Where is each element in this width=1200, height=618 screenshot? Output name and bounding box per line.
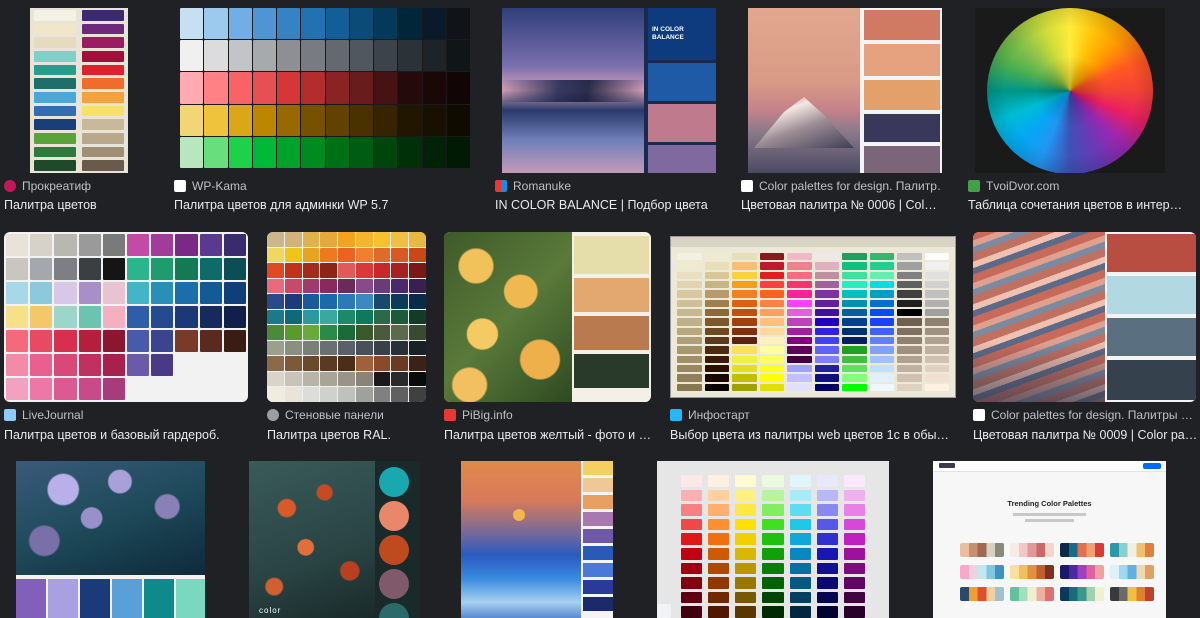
site-favicon-icon: [4, 409, 16, 421]
source-name: TvoiDvor.com: [986, 179, 1060, 193]
result-title[interactable]: Палитра цветов для админки WP 5.7: [174, 198, 474, 212]
result-title[interactable]: Выбор цвета из палитры web цветов 1с в о…: [670, 428, 955, 442]
site-favicon-icon: [4, 180, 16, 192]
result-title[interactable]: Цветовая палитра № 0009 | Color pal…: [973, 428, 1198, 442]
result-thumbnail[interactable]: [30, 8, 128, 173]
result-thumbnail[interactable]: [267, 232, 426, 402]
result-thumbnail[interactable]: [975, 8, 1165, 173]
result-thumbnail[interactable]: [444, 232, 651, 402]
result-thumbnail[interactable]: [973, 232, 1196, 402]
source-name: PiBig.info: [462, 408, 513, 422]
result-title[interactable]: Палитра цветов желтый - фото и к…: [444, 428, 654, 442]
globe-icon: [267, 409, 279, 421]
source-name: Инфостарт: [688, 408, 750, 422]
result-title[interactable]: Палитра цветов: [4, 198, 164, 212]
source-name: Color palettes for design. Палитры …: [991, 408, 1193, 422]
result-source[interactable]: PiBig.info: [444, 408, 644, 422]
site-favicon-icon: [174, 180, 186, 192]
result-thumbnail[interactable]: [16, 461, 205, 618]
result-source[interactable]: Color palettes for design. Палитр…: [741, 179, 941, 193]
result-source[interactable]: Color palettes for design. Палитры …: [973, 408, 1198, 422]
source-name: WP-Kama: [192, 179, 247, 193]
site-favicon-icon: [670, 409, 682, 421]
site-favicon-icon: [741, 180, 753, 192]
result-title[interactable]: IN COLOR BALANCE | Подбор цвета: [495, 198, 725, 212]
result-source[interactable]: WP-Kama: [174, 179, 374, 193]
result-thumbnail[interactable]: [180, 8, 470, 168]
result-source[interactable]: LiveJournal: [4, 408, 204, 422]
result-thumbnail[interactable]: [461, 461, 613, 618]
site-favicon-icon: [444, 409, 456, 421]
result-source[interactable]: Romanuke: [495, 179, 695, 193]
result-source[interactable]: Стеновые панели: [267, 408, 427, 422]
palette-label: IN COLOR BALANCE: [652, 26, 684, 41]
palette-label: color: [259, 606, 282, 615]
result-thumbnail[interactable]: [748, 8, 942, 173]
result-thumbnail[interactable]: [657, 461, 889, 618]
image-badge-icon: [657, 604, 671, 618]
result-thumbnail[interactable]: Trending Color Palettes: [933, 461, 1166, 618]
result-source[interactable]: Инфостарт: [670, 408, 870, 422]
source-name: Color palettes for design. Палитр…: [759, 179, 941, 193]
source-name: Romanuke: [513, 179, 572, 193]
result-source[interactable]: Прокреатиф: [4, 179, 154, 193]
palette-heading: Trending Color Palettes: [1007, 499, 1092, 508]
site-favicon-icon: [968, 180, 980, 192]
result-thumbnail[interactable]: IN COLOR BALANCE: [502, 8, 716, 173]
result-source[interactable]: TvoiDvor.com: [968, 179, 1168, 193]
result-thumbnail[interactable]: [4, 232, 248, 402]
site-favicon-icon: [495, 180, 507, 192]
result-title[interactable]: Палитра цветов RAL.: [267, 428, 432, 442]
result-title[interactable]: Таблица сочетания цветов в интерьер…: [968, 198, 1188, 212]
result-thumbnail[interactable]: color: [249, 461, 420, 618]
source-name: Прокреатиф: [22, 179, 92, 193]
result-thumbnail[interactable]: [670, 236, 956, 398]
site-favicon-icon: [973, 409, 985, 421]
source-name: Стеновые панели: [285, 408, 384, 422]
source-name: LiveJournal: [22, 408, 84, 422]
result-title[interactable]: Палитра цветов и базовый гардероб.: [4, 428, 249, 442]
result-title[interactable]: Цветовая палитра № 0006 | Color p…: [741, 198, 941, 212]
